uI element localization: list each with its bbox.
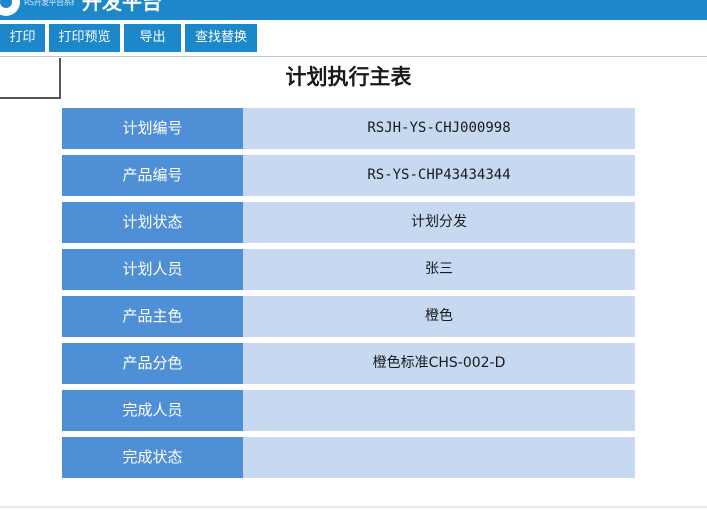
- top-header-bar: RS开发平台系统 开发平台: [0, 0, 707, 20]
- product-number-value[interactable]: RS-YS-CHP43434344: [243, 155, 635, 196]
- product-number-label: 产品编号: [62, 155, 243, 196]
- sub-color-value[interactable]: 橙色标准CHS-002-D: [243, 343, 635, 384]
- form-row-completed-by: 完成人员: [62, 390, 635, 431]
- completion-status-label: 完成状态: [62, 437, 243, 478]
- logo-text: RS开发平台系统: [24, 0, 74, 7]
- find-replace-button[interactable]: 查找替换: [185, 24, 257, 52]
- page-title: 计划执行主表: [285, 64, 412, 89]
- plan-status-label: 计划状态: [62, 202, 243, 243]
- bottom-divider: [0, 506, 707, 508]
- completed-by-label: 完成人员: [62, 390, 243, 431]
- main-color-label: 产品主色: [62, 296, 243, 337]
- app-title: 开发平台: [82, 0, 162, 14]
- logo-icon: [0, 0, 20, 16]
- form-row-product-number: 产品编号 RS-YS-CHP43434344: [62, 155, 635, 196]
- print-preview-button[interactable]: 打印预览: [49, 24, 120, 52]
- plan-number-value[interactable]: RSJH-YS-CHJ000998: [243, 108, 635, 149]
- selected-cell[interactable]: [0, 58, 61, 99]
- planner-label: 计划人员: [62, 249, 243, 290]
- export-button[interactable]: 导出: [124, 24, 181, 52]
- print-button[interactable]: 打印: [0, 24, 45, 52]
- completion-status-value[interactable]: [243, 437, 635, 478]
- plan-form: 计划编号 RSJH-YS-CHJ000998 产品编号 RS-YS-CHP434…: [62, 108, 635, 484]
- planner-value[interactable]: 张三: [243, 249, 635, 290]
- completed-by-value[interactable]: [243, 390, 635, 431]
- form-row-plan-status: 计划状态 计划分发: [62, 202, 635, 243]
- form-row-plan-number: 计划编号 RSJH-YS-CHJ000998: [62, 108, 635, 149]
- form-row-sub-color: 产品分色 橙色标准CHS-002-D: [62, 343, 635, 384]
- main-color-value[interactable]: 橙色: [243, 296, 635, 337]
- sub-color-label: 产品分色: [62, 343, 243, 384]
- plan-number-label: 计划编号: [62, 108, 243, 149]
- form-row-main-color: 产品主色 橙色: [62, 296, 635, 337]
- toolbar: 打印 打印预览 导出 查找替换: [0, 20, 707, 57]
- form-row-completion-status: 完成状态: [62, 437, 635, 478]
- form-row-planner: 计划人员 张三: [62, 249, 635, 290]
- plan-status-value[interactable]: 计划分发: [243, 202, 635, 243]
